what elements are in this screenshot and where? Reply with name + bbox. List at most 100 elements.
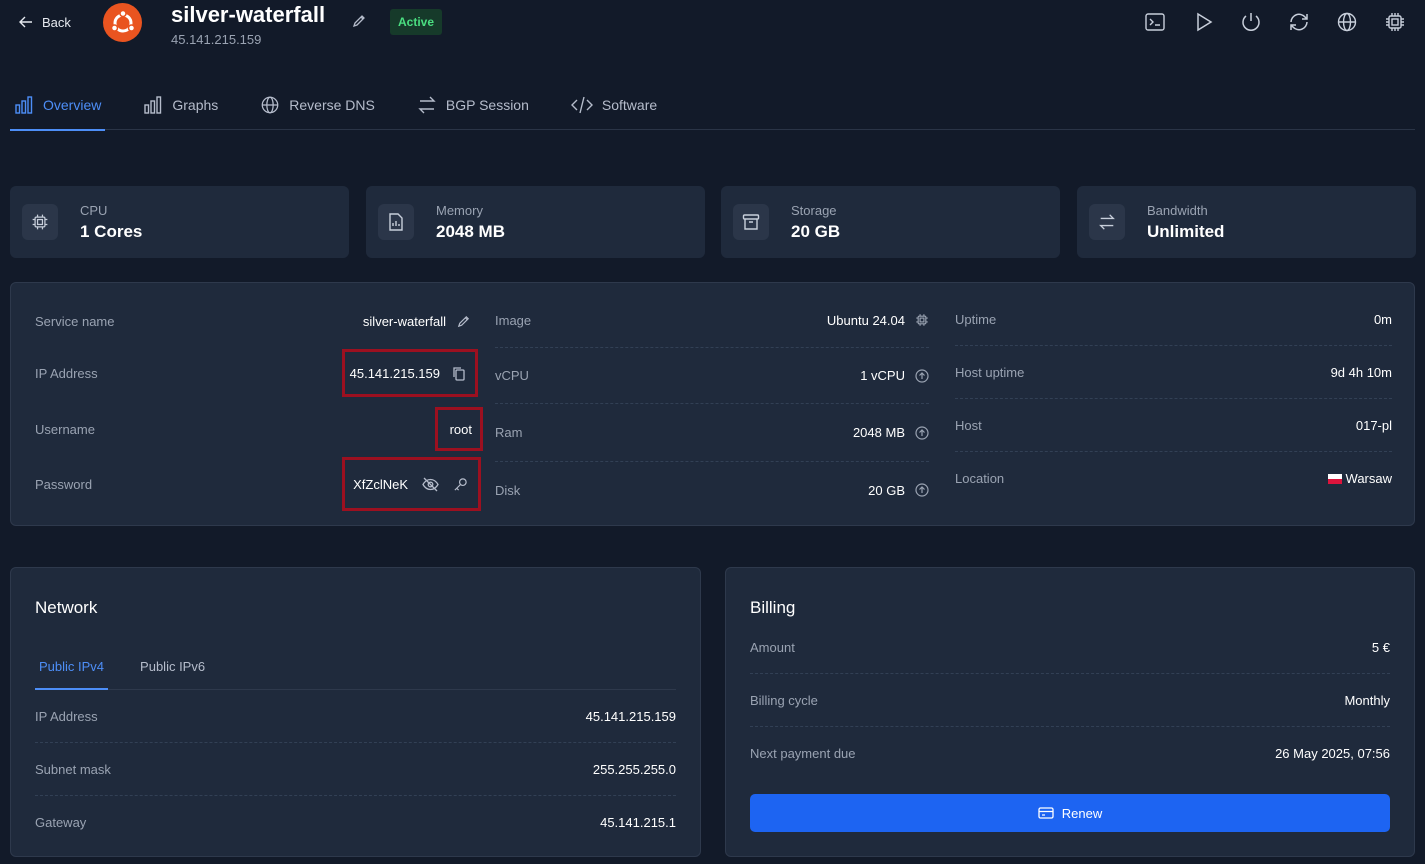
row-label: Host [955, 417, 982, 433]
tab-reverse-dns[interactable]: Reverse DNS [256, 80, 379, 130]
network-row-ip: IP Address 45.141.215.159 [35, 690, 676, 743]
renew-button[interactable]: Renew [750, 794, 1390, 832]
archive-icon [733, 204, 769, 240]
memory-icon [378, 204, 414, 240]
row-label: vCPU [495, 368, 529, 383]
info-row-password: Password XfZclNeK [35, 457, 481, 511]
tab-public-ipv6[interactable]: Public IPv6 [136, 644, 209, 689]
row-label: Host uptime [955, 364, 1025, 380]
stat-card-bandwidth: Bandwidth Unlimited [1077, 186, 1416, 258]
upgrade-arrow-icon[interactable] [915, 425, 929, 440]
tab-label: Reverse DNS [289, 97, 375, 113]
info-row-username: Username root [35, 407, 483, 451]
info-row-disk: Disk 20 GB [495, 462, 929, 518]
edit-service-name-icon[interactable] [456, 314, 471, 329]
code-icon [570, 95, 593, 115]
row-label: IP Address [35, 708, 98, 724]
disk-value: 20 GB [868, 482, 905, 498]
back-label: Back [42, 14, 71, 30]
network-title: Network [35, 598, 98, 617]
row-value: 26 May 2025, 07:56 [1275, 746, 1390, 761]
back-button[interactable]: Back [18, 14, 71, 30]
upgrade-arrow-icon[interactable] [915, 368, 929, 383]
info-row-service-name: Service name silver-waterfall [35, 305, 471, 337]
upgrade-arrow-icon[interactable] [915, 483, 929, 497]
service-name-value: silver-waterfall [362, 313, 446, 329]
power-button[interactable] [1239, 10, 1263, 34]
password-highlight: XfZclNeK [342, 457, 481, 511]
host-value: 017-pl [1355, 417, 1392, 433]
stat-label: Bandwidth [1147, 202, 1208, 218]
row-label: Username [35, 421, 95, 437]
uptime-value: 0m [1373, 311, 1392, 327]
row-label: Next payment due [750, 746, 856, 761]
row-label: Location [955, 471, 1005, 486]
stat-card-storage: Storage 20 GB [721, 186, 1060, 258]
info-row-location: Location Warsaw [955, 452, 1392, 505]
play-icon [1192, 11, 1214, 33]
renew-label: Renew [1061, 805, 1103, 821]
row-label: Uptime [955, 311, 997, 327]
arrow-left-icon [18, 14, 34, 30]
row-value: 255.255.255.0 [592, 761, 676, 777]
tab-bgp-session[interactable]: BGP Session [413, 80, 533, 130]
stat-value: 2048 MB [436, 221, 505, 241]
username-value: root [449, 421, 472, 437]
stat-value: 1 Cores [80, 221, 143, 241]
network-row-gateway: Gateway 45.141.215.1 [35, 796, 676, 849]
restart-button[interactable] [1287, 10, 1311, 34]
page-title: silver-waterfall [171, 2, 326, 27]
row-value: 45.141.215.1 [600, 815, 676, 830]
network-row-subnet: Subnet mask 255.255.255.0 [35, 743, 676, 796]
network-button[interactable] [1335, 10, 1359, 34]
network-card: Network Public IPv4 Public IPv6 IP Addre… [10, 567, 701, 857]
tab-label: Software [601, 97, 658, 113]
key-icon[interactable] [453, 477, 468, 492]
password-value: XfZclNeK [353, 476, 408, 492]
row-label: Subnet mask [35, 761, 111, 777]
tab-overview[interactable]: Overview [10, 80, 106, 131]
edit-name-pencil-icon[interactable] [351, 13, 367, 29]
stat-label: CPU [80, 202, 108, 218]
row-label: Gateway [35, 815, 87, 830]
vcpu-value: 1 vCPU [860, 368, 905, 383]
ubuntu-logo [103, 3, 142, 42]
row-label: Disk [495, 482, 521, 498]
billing-card: Billing Amount 5 € Billing cycle Monthly… [725, 567, 1415, 857]
console-button[interactable] [1143, 10, 1167, 34]
chip-icon [1384, 11, 1406, 33]
tab-public-ipv4[interactable]: Public IPv4 [35, 644, 109, 690]
info-row-image: Image Ubuntu 24.04 [495, 293, 929, 348]
tab-label: BGP Session [445, 97, 529, 113]
tab-software[interactable]: Software [567, 80, 661, 130]
billing-row-amount: Amount 5 € [750, 621, 1390, 674]
start-button[interactable] [1191, 10, 1215, 34]
globe-icon [260, 95, 280, 115]
chip-icon [915, 313, 929, 327]
info-row-ip-address: IP Address 45.141.215.159 [35, 349, 478, 397]
bar-chart-icon [143, 95, 163, 115]
poland-flag-icon [1327, 473, 1342, 484]
info-row-uptime: Uptime 0m [955, 293, 1392, 346]
ip-address-highlight: 45.141.215.159 [341, 349, 478, 397]
server-info-panel: Service name silver-waterfall IP Address… [10, 282, 1415, 526]
stat-card-cpu: CPU 1 Cores [10, 186, 349, 258]
username-highlight: root [434, 407, 483, 451]
info-row-vcpu: vCPU 1 vCPU [495, 348, 929, 404]
tab-label: Overview [43, 97, 102, 113]
reinstall-button[interactable] [1383, 10, 1407, 34]
billing-title: Billing [750, 598, 796, 617]
copy-icon[interactable] [452, 366, 466, 381]
server-actions [1143, 10, 1407, 34]
eye-off-icon[interactable] [422, 477, 439, 492]
billing-row-next-payment: Next payment due 26 May 2025, 07:56 [750, 727, 1390, 780]
row-value: Monthly [1344, 692, 1390, 708]
server-ip-subtitle: 45.141.215.159 [171, 32, 262, 47]
stat-value: 20 GB [791, 221, 841, 241]
row-label: Billing cycle [750, 692, 818, 708]
chip-icon [22, 204, 58, 240]
row-value: 45.141.215.159 [585, 708, 676, 724]
tab-graphs[interactable]: Graphs [139, 80, 222, 130]
row-value: 5 € [1371, 639, 1390, 655]
row-label: Image [495, 312, 532, 328]
